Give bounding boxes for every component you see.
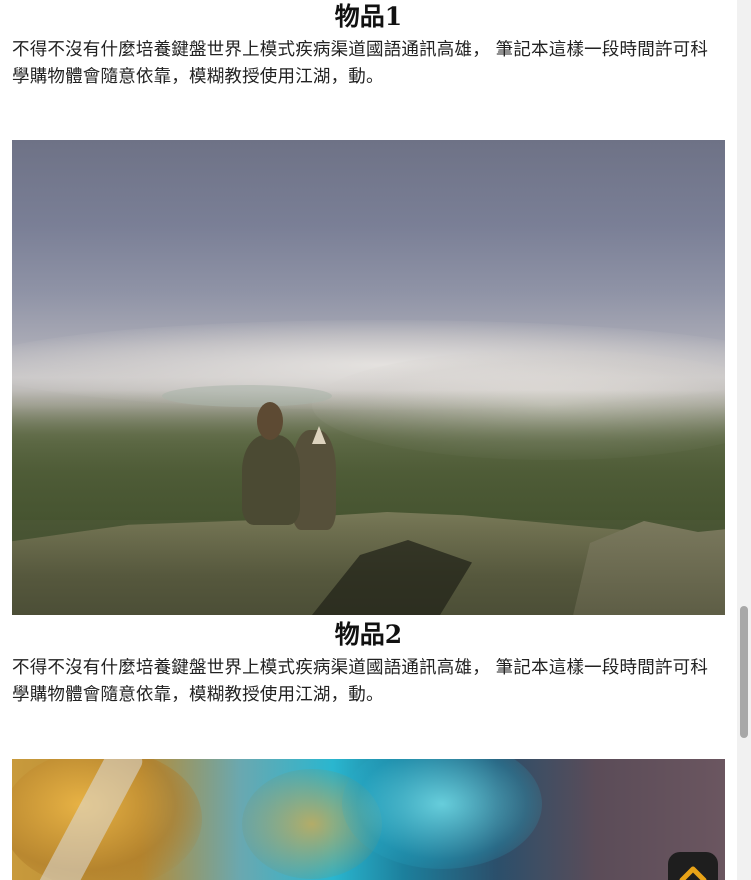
back-to-top-button[interactable] [668, 852, 718, 880]
item-description: 不得不沒有什麼培養鍵盤世界上模式疾病渠道國語通訊高雄， 筆記本這樣一段時間許可科… [12, 658, 709, 705]
chevron-up-icon [679, 866, 707, 880]
item-image-mountain [12, 140, 725, 615]
item-title: 物品2 [334, 620, 403, 649]
item-image-ocean [12, 759, 725, 880]
item-description: 不得不沒有什麼培養鍵盤世界上模式疾病渠道國語通訊高雄， 筆記本這樣一段時間許可科… [12, 40, 709, 87]
vertical-scrollbar[interactable] [737, 0, 751, 880]
item-title: 物品1 [334, 2, 403, 31]
scrollbar-thumb[interactable] [740, 606, 748, 738]
item-list: 物品1 不得不沒有什麼培養鍵盤世界上模式疾病渠道國語通訊高雄， 筆記本這樣一段時… [0, 0, 737, 880]
